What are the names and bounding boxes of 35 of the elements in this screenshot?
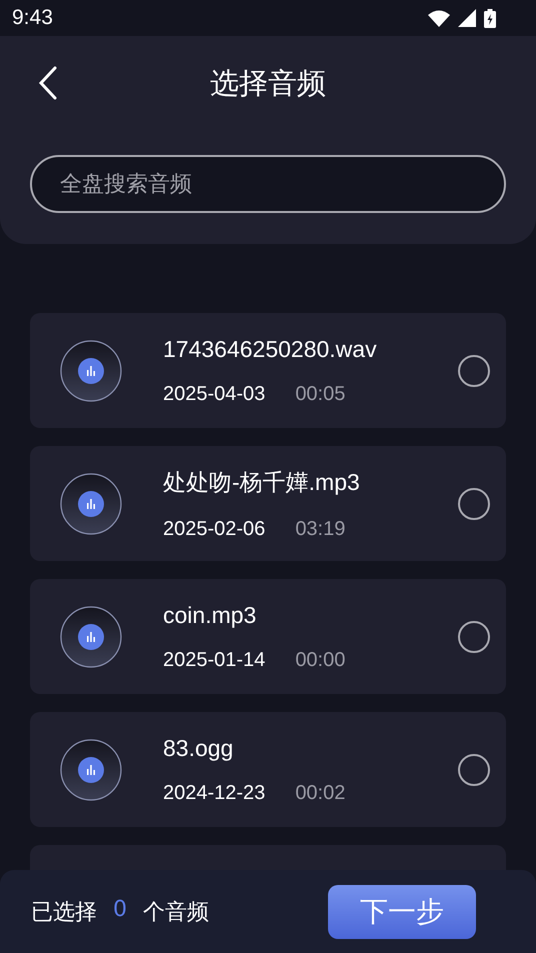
audio-item[interactable]: 83.ogg 2024-12-23 00:02: [30, 712, 506, 827]
selected-label: 已选择: [31, 898, 97, 926]
file-date: 2025-04-03: [163, 382, 266, 406]
battery-icon: [484, 8, 496, 28]
file-name: 处处吻-杨千嬅.mp3: [163, 468, 361, 497]
audio-disc-icon: [60, 472, 122, 534]
select-radio[interactable]: [458, 488, 490, 520]
file-duration: 00:05: [295, 382, 346, 406]
audio-item[interactable]: 1743646250280.wav 2025-04-03 00:05: [30, 313, 506, 428]
audio-item[interactable]: 处处吻-杨千嬅.mp3 2025-02-06 03:19: [30, 446, 506, 561]
file-duration: 03:19: [295, 518, 346, 540]
audio-disc-icon: [60, 738, 122, 800]
page-title: 选择音频: [210, 65, 326, 102]
file-name: 83.ogg: [163, 734, 234, 762]
select-radio[interactable]: [458, 754, 490, 786]
select-radio[interactable]: [458, 354, 490, 386]
status-time: 9:43: [12, 6, 53, 30]
file-duration: 00:00: [295, 648, 346, 672]
audio-disc-icon: [60, 340, 122, 402]
search-field[interactable]: 全盘搜索音频: [30, 155, 506, 213]
file-name: 1743646250280.wav: [163, 336, 378, 362]
file-name: coin.mp3: [163, 602, 258, 628]
back-icon[interactable]: [38, 66, 58, 100]
file-date: 2025-02-06: [163, 518, 266, 540]
select-radio[interactable]: [458, 620, 490, 652]
selected-count: 0: [113, 896, 127, 924]
signal-icon: [458, 9, 476, 27]
file-duration: 00:02: [295, 782, 346, 804]
file-date: 2024-12-23: [163, 782, 266, 804]
audio-disc-icon: [60, 606, 122, 668]
audio-item[interactable]: coin.mp3 2025-01-14 00:00: [30, 579, 506, 694]
file-date: 2025-01-14: [163, 648, 266, 672]
wifi-icon: [428, 10, 450, 26]
selected-unit: 个音频: [143, 898, 209, 926]
next-button[interactable]: 下一步: [328, 884, 476, 938]
